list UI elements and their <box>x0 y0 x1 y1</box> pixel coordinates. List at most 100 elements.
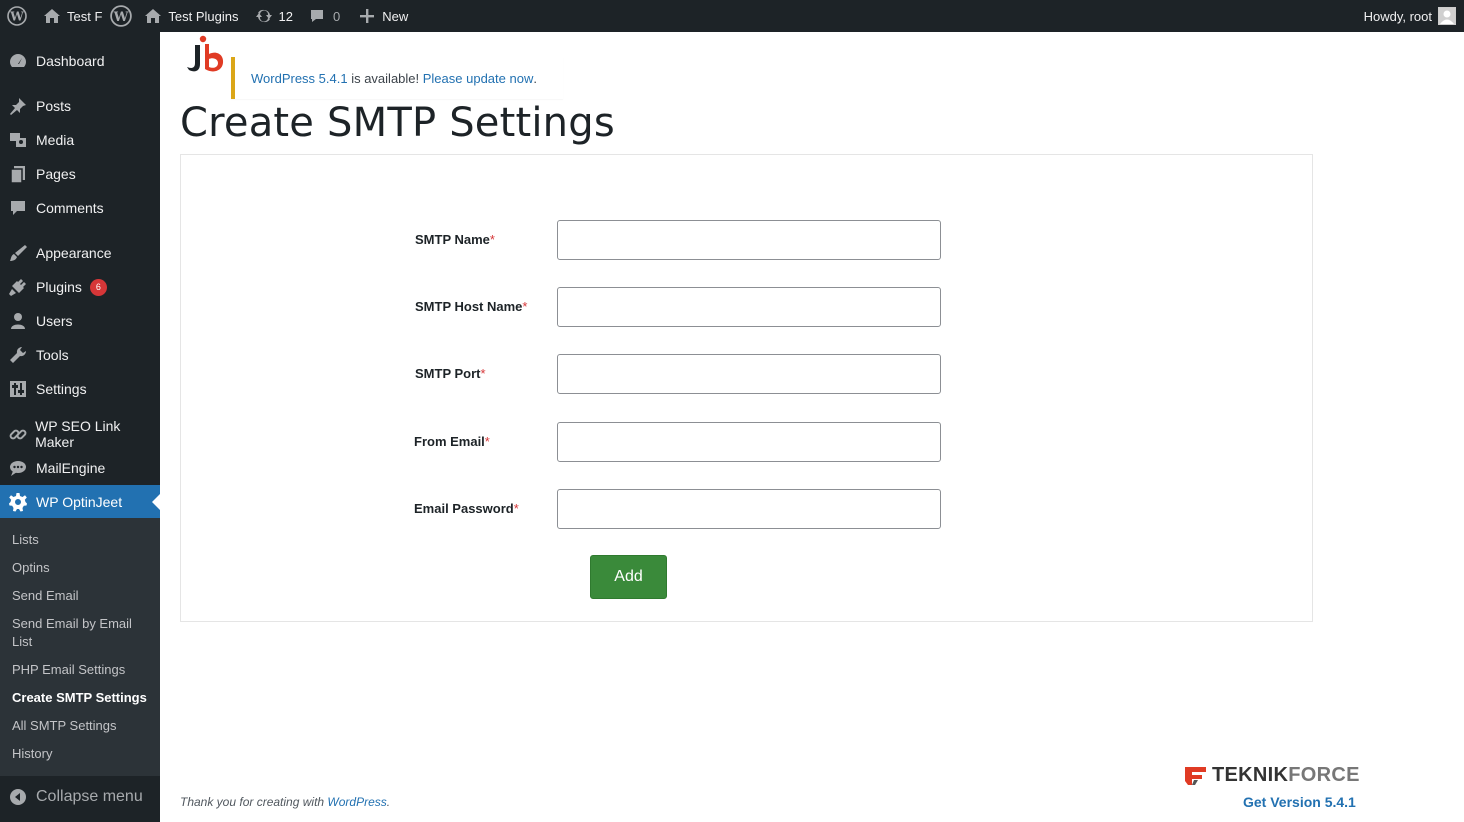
submenu-item-php-email-settings[interactable]: PHP Email Settings <box>12 661 152 679</box>
wordpress-logo-secondary-icon[interactable]: W <box>108 0 134 32</box>
avatar <box>1438 7 1456 25</box>
required-mark: * <box>484 434 490 449</box>
submenu-item-lists[interactable]: Lists <box>12 531 152 549</box>
chat-icon <box>0 458 36 478</box>
submenu-item-create-smtp-settings[interactable]: Create SMTP Settings <box>12 689 152 707</box>
updates-link[interactable]: 12 <box>245 0 299 32</box>
admin-sidebar: Dashboard Posts Media Pages Comments App… <box>0 32 160 822</box>
from-email-label: From Email* <box>414 434 490 449</box>
field-label-text: From Email <box>414 434 485 449</box>
media-icon <box>0 130 36 150</box>
submenu-item-optins[interactable]: Optins <box>12 559 152 577</box>
site-name: Test Plugins <box>168 8 239 24</box>
plus-icon <box>360 9 375 23</box>
dashboard-icon <box>0 51 36 71</box>
smtp-name-input[interactable] <box>557 220 941 260</box>
updates-count: 12 <box>278 8 293 24</box>
howdy-text: Howdy, root <box>1363 8 1432 24</box>
sidebar-item-label: WP SEO Link Maker <box>35 418 121 450</box>
collapse-menu-label: Collapse menu <box>36 788 143 805</box>
wordpress-logo-icon[interactable]: W <box>0 0 33 32</box>
email-password-input[interactable] <box>557 489 941 529</box>
comment-bubble-icon <box>310 10 323 22</box>
footer-thanks-prefix: Thank you for creating with <box>180 795 328 809</box>
plug-icon <box>0 277 36 297</box>
update-now-link[interactable]: Please update now <box>423 71 534 86</box>
smtp-port-label: SMTP Port* <box>415 366 486 381</box>
sidebar-item-mailengine[interactable]: MailEngine <box>0 451 160 485</box>
notice-middle-text: is available! <box>347 70 423 86</box>
link-icon <box>0 424 35 444</box>
field-label-text: SMTP Host Name <box>415 299 523 314</box>
refresh-icon <box>255 9 272 23</box>
sidebar-item-label: WP OptinJeet <box>36 494 123 510</box>
sidebar-item-comments[interactable]: Comments <box>0 191 160 225</box>
collapse-arrow-icon <box>0 788 36 806</box>
required-mark: * <box>489 232 495 247</box>
pin-icon <box>0 96 36 116</box>
footer-wordpress-link[interactable]: WordPress <box>327 795 386 809</box>
brand-part-1: TEKNIK <box>1212 764 1289 786</box>
sidebar-item-settings[interactable]: Settings <box>0 372 160 406</box>
site-home-link[interactable]: Test F <box>33 0 108 32</box>
sidebar-item-label: Appearance <box>36 245 112 261</box>
new-content-link[interactable]: New <box>346 0 414 32</box>
svg-text:W: W <box>9 10 24 24</box>
sidebar-item-users[interactable]: Users <box>0 304 160 338</box>
comments-count: 0 <box>332 8 341 24</box>
submenu-item-send-email-by-list[interactable]: Send Email by Email List <box>12 615 152 651</box>
sidebar-item-label: MailEngine <box>36 460 106 476</box>
home-icon <box>44 9 60 23</box>
from-email-input[interactable] <box>557 422 941 462</box>
page-title: Create SMTP Settings <box>180 100 615 146</box>
wrench-icon <box>0 345 36 365</box>
smtp-host-name-label: SMTP Host Name* <box>415 299 527 314</box>
sidebar-item-pages[interactable]: Pages <box>0 157 160 191</box>
wordpress-version-link[interactable]: WordPress 5.4.1 <box>251 71 348 86</box>
optinjeet-logo <box>183 34 225 78</box>
brand-part-2: FORCE <box>1288 764 1360 786</box>
sidebar-item-dashboard[interactable]: Dashboard <box>0 44 160 78</box>
optinjeet-submenu: Lists Optins Send Email Send Email by Em… <box>0 518 160 776</box>
submenu-item-history[interactable]: History <box>12 745 152 763</box>
smtp-host-name-input[interactable] <box>557 287 941 327</box>
sidebar-item-wp-seo-link-maker[interactable]: WP SEO Link Maker <box>0 417 160 451</box>
submenu-item-send-email[interactable]: Send Email <box>12 587 152 605</box>
new-label: New <box>382 8 409 24</box>
site-name-short: Test F <box>67 8 103 24</box>
smtp-port-input[interactable] <box>557 354 941 394</box>
sidebar-item-posts[interactable]: Posts <box>0 89 160 123</box>
sidebar-item-media[interactable]: Media <box>0 123 160 157</box>
sidebar-item-plugins[interactable]: Plugins 6 <box>0 270 160 304</box>
teknikforce-logo: TEKNIKFORCE <box>1184 764 1360 787</box>
submenu-item-all-smtp-settings[interactable]: All SMTP Settings <box>12 717 152 735</box>
collapse-menu-button[interactable]: Collapse menu <box>0 782 160 812</box>
sidebar-item-tools[interactable]: Tools <box>0 338 160 372</box>
get-version-link[interactable]: Get Version 5.4.1 <box>1243 794 1356 810</box>
field-label-text: Email Password <box>414 501 514 516</box>
brush-icon <box>0 243 36 263</box>
site-name-link[interactable]: Test Plugins <box>134 0 244 32</box>
sidebar-item-appearance[interactable]: Appearance <box>0 236 160 270</box>
footer-thanks-suffix: . <box>386 795 391 809</box>
gear-icon <box>0 492 36 512</box>
my-account[interactable]: Howdy, root <box>1364 0 1456 32</box>
pages-icon <box>0 164 36 184</box>
sidebar-item-label: Pages <box>36 166 76 182</box>
sidebar-item-label: Dashboard <box>36 53 105 69</box>
required-mark: * <box>480 366 486 381</box>
sidebar-item-label: Posts <box>36 98 72 114</box>
field-label-text: SMTP Name <box>415 232 490 247</box>
user-icon <box>0 311 36 331</box>
sidebar-item-label: Plugins <box>36 279 82 295</box>
sidebar-item-wp-optinjeet[interactable]: WP OptinJeet <box>0 485 160 519</box>
comments-link[interactable]: 0 <box>299 0 346 32</box>
teknikforce-mark-icon <box>1185 766 1206 785</box>
add-button[interactable]: Add <box>590 555 667 599</box>
field-label-text: SMTP Port <box>415 366 481 381</box>
sidebar-item-label: Comments <box>36 200 104 216</box>
plugins-update-badge: 6 <box>89 278 107 296</box>
required-mark: * <box>513 501 519 516</box>
home-icon <box>145 9 162 23</box>
sidebar-item-label: Settings <box>36 381 87 397</box>
